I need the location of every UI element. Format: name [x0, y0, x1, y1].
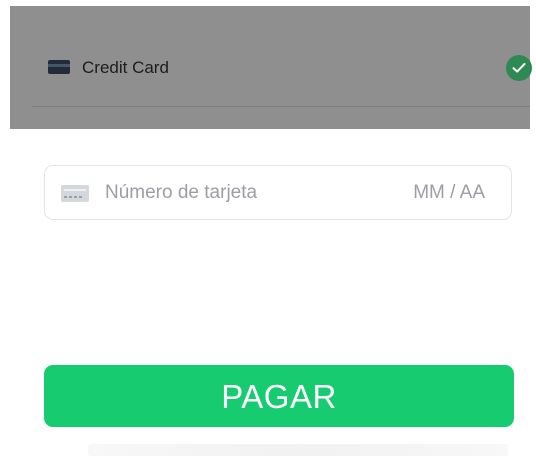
expiry-date-field[interactable]: MM / AA	[413, 182, 485, 204]
card-input-container: Número de tarjeta MM / AA	[44, 165, 512, 220]
pay-button[interactable]: PAGAR	[44, 365, 514, 427]
payment-method-label: Credit Card	[82, 58, 169, 77]
payment-method-row[interactable]: Credit Card	[32, 6, 532, 107]
credit-card-icon	[48, 60, 70, 74]
card-number-field[interactable]: Número de tarjeta	[105, 182, 257, 204]
check-circle-icon	[506, 55, 532, 81]
payment-screen: Credit Card Número de tarjeta MM / AA PA…	[0, 0, 536, 459]
faded-footer-text	[88, 444, 508, 456]
payment-method-header: Credit Card	[10, 6, 532, 129]
card-placeholder-icon	[61, 185, 89, 202]
